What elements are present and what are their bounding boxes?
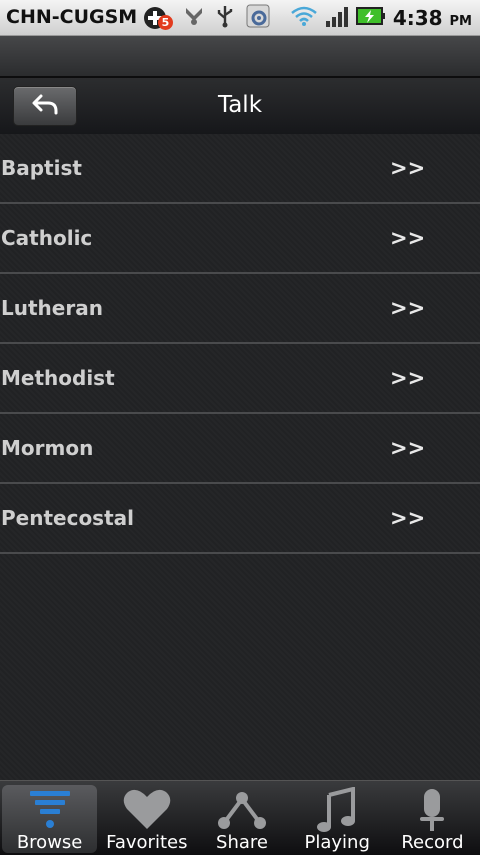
clock: 4:38 PM [393,6,472,30]
status-bar: CHN-CUGSM 5 4:38 PM [0,0,480,36]
notification-icons: 5 [143,3,271,33]
list-item-label: Baptist [1,156,82,180]
battery-charging-icon [355,5,386,31]
notification-badge-icon: 5 [143,5,173,31]
clock-ampm: PM [449,14,472,29]
chevron-right-icon: >> [390,226,426,250]
browse-icon [28,787,72,835]
list-item-label: Lutheran [1,296,103,320]
carrier-name: CHN-CUGSM [6,6,138,28]
clock-time: 4:38 [392,6,443,30]
list-item-lutheran[interactable]: Lutheran >> [0,274,480,344]
ribbon-icon [183,5,205,31]
share-icon [216,787,268,835]
wifi-icon [290,5,318,31]
back-button[interactable] [13,86,77,126]
tab-label: Browse [16,832,83,853]
chevron-right-icon: >> [390,436,426,460]
signal-icon [325,5,349,31]
system-status-icons: 4:38 PM [290,5,472,31]
tab-label: Favorites [106,832,188,853]
heart-icon [122,787,172,835]
music-note-icon [315,786,359,837]
list-item-label: Methodist [1,366,115,390]
tab-browse[interactable]: Browse [2,785,98,853]
notification-count: 5 [158,15,173,30]
back-arrow-icon [31,92,59,120]
app-top-bar [0,36,480,78]
title-bar: Talk [0,78,480,134]
tab-share[interactable]: Share [194,781,289,855]
chevron-right-icon: >> [390,506,426,530]
tab-label: Record [401,832,464,853]
list-item-label: Mormon [1,436,94,460]
tab-label: Playing [304,832,370,853]
usb-icon [215,4,235,32]
tab-record[interactable]: Record [385,781,480,855]
chevron-right-icon: >> [390,156,426,180]
category-list: Baptist >> Catholic >> Lutheran >> Metho… [0,134,480,780]
list-item-methodist[interactable]: Methodist >> [0,344,480,414]
chevron-right-icon: >> [390,366,426,390]
chevron-right-icon: >> [390,296,426,320]
list-item-label: Pentecostal [1,506,134,530]
settings-update-icon [245,3,271,33]
microphone-icon [417,787,447,837]
tab-label: Share [216,832,268,853]
list-item-pentecostal[interactable]: Pentecostal >> [0,484,480,554]
bottom-tab-bar: Browse Favorites Share Playing Record [0,780,480,855]
list-item-mormon[interactable]: Mormon >> [0,414,480,484]
list-item-baptist[interactable]: Baptist >> [0,134,480,204]
list-item-catholic[interactable]: Catholic >> [0,204,480,274]
tab-playing[interactable]: Playing [290,781,385,855]
list-item-label: Catholic [1,226,93,250]
tab-favorites[interactable]: Favorites [99,781,194,855]
